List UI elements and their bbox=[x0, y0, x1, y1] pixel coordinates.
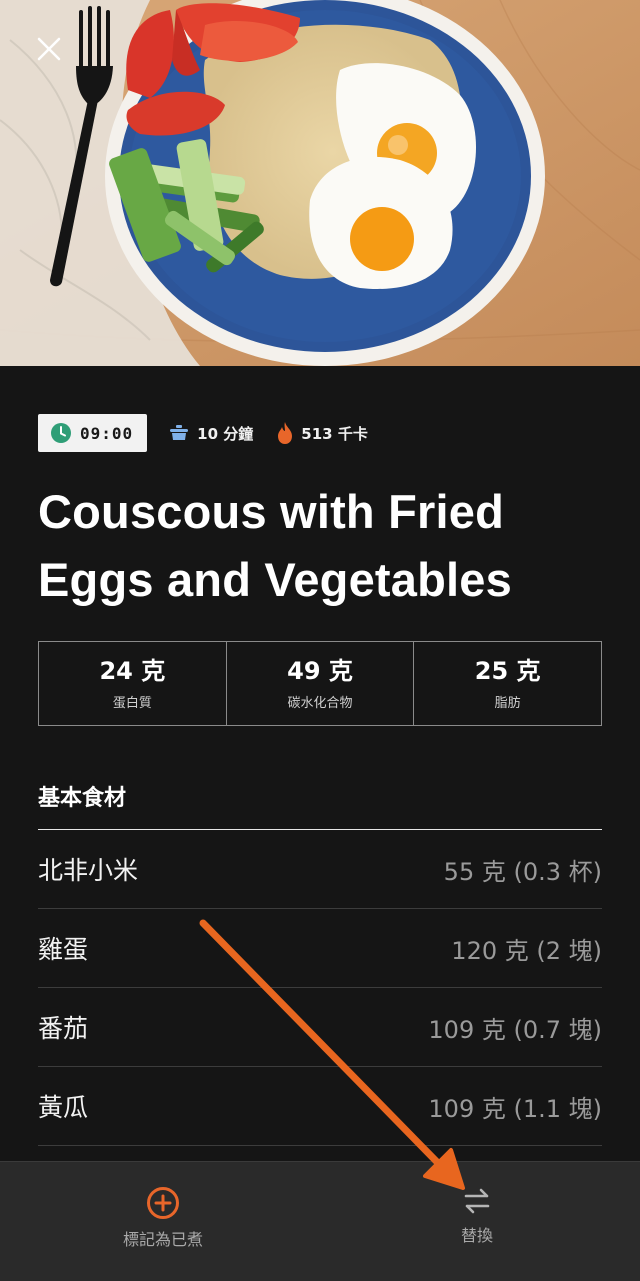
close-button[interactable] bbox=[30, 30, 68, 68]
macro-value: 24 克 bbox=[99, 657, 166, 685]
recipe-meta: 09:00 10 分鐘 513 千卡 bbox=[38, 414, 392, 452]
replace-button[interactable]: 替換 bbox=[448, 1186, 506, 1246]
meal-time: 09:00 bbox=[80, 423, 134, 443]
macro-label: 碳水化合物 bbox=[287, 696, 353, 711]
meal-time-chip[interactable]: 09:00 bbox=[38, 414, 148, 452]
bottom-action-bar: 標記為已煮 替換 bbox=[0, 1161, 640, 1281]
ingredient-amount: 109 克 (0.7 塊) bbox=[428, 1015, 602, 1044]
macro-protein: 24 克 蛋白質 bbox=[39, 642, 226, 725]
ingredient-amount: 55 克 (0.3 杯) bbox=[443, 857, 602, 886]
macro-value: 49 克 bbox=[287, 657, 353, 685]
replace-label: 替換 bbox=[460, 1226, 493, 1245]
ingredient-row[interactable]: 雞蛋 120 克 (2 塊) bbox=[38, 909, 602, 988]
ingredient-amount: 109 克 (1.1 塊) bbox=[428, 1094, 602, 1123]
ingredient-name: 雞蛋 bbox=[38, 935, 89, 964]
ingredient-name: 黃瓜 bbox=[38, 1093, 89, 1122]
ingredient-row[interactable]: 番茄 109 克 (0.7 塊) bbox=[38, 988, 602, 1067]
pot-icon bbox=[170, 425, 189, 440]
swap-icon bbox=[464, 1188, 490, 1214]
ingredients-list: 北非小米 55 克 (0.3 杯) 雞蛋 120 克 (2 塊) 番茄 109 … bbox=[38, 829, 602, 1146]
ingredient-amount: 120 克 (2 塊) bbox=[451, 936, 602, 965]
macro-fat: 25 克 脂肪 bbox=[413, 642, 601, 725]
macro-carbs: 49 克 碳水化合物 bbox=[225, 642, 414, 725]
calories-text: 513 千卡 bbox=[301, 424, 368, 443]
ingredients-heading: 基本食材 bbox=[38, 786, 127, 811]
ingredient-row[interactable]: 黃瓜 109 克 (1.1 塊) bbox=[38, 1067, 602, 1146]
macros-table: 24 克 蛋白質 49 克 碳水化合物 25 克 脂肪 bbox=[38, 641, 602, 726]
macro-label: 蛋白質 bbox=[112, 696, 152, 711]
calories: 513 千卡 bbox=[277, 422, 368, 444]
ingredient-row[interactable]: 北非小米 55 克 (0.3 杯) bbox=[38, 830, 602, 909]
clock-icon bbox=[51, 423, 71, 443]
ingredient-name: 番茄 bbox=[38, 1014, 89, 1043]
cook-time: 10 分鐘 bbox=[169, 423, 253, 444]
recipe-photo bbox=[0, 0, 640, 366]
recipe-title: Couscous with Fried Eggs and Vegetables bbox=[38, 485, 512, 606]
cook-time-text: 10 分鐘 bbox=[197, 424, 254, 443]
macro-value: 25 克 bbox=[474, 657, 541, 685]
mark-as-cooked-button[interactable]: 標記為已煮 bbox=[116, 1186, 210, 1250]
add-circle-icon bbox=[147, 1187, 179, 1219]
mark-as-cooked-label: 標記為已煮 bbox=[122, 1230, 203, 1249]
macro-label: 脂肪 bbox=[494, 696, 521, 711]
flame-icon bbox=[278, 422, 293, 444]
ingredient-name: 北非小米 bbox=[38, 856, 139, 885]
close-icon bbox=[37, 37, 61, 61]
